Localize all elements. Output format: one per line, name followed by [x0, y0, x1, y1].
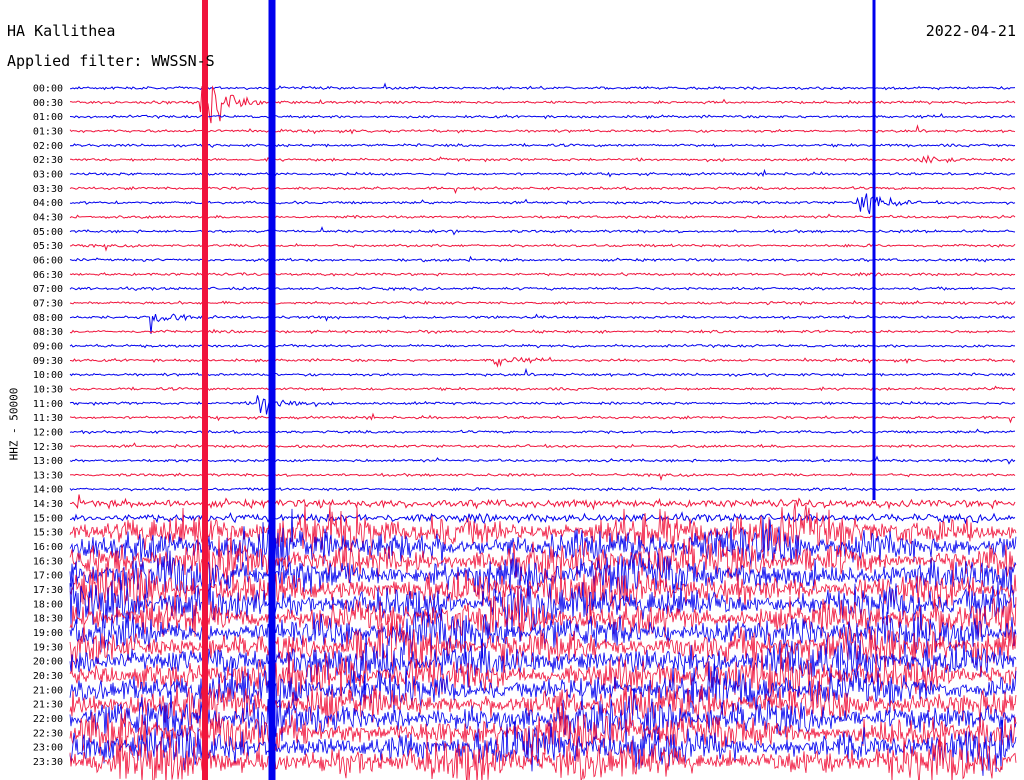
- time-tick-label: 16:00: [33, 542, 63, 553]
- time-tick-label: 11:30: [33, 413, 63, 424]
- time-tick-label: 18:30: [33, 614, 63, 625]
- event-saturation-band: [872, 0, 876, 500]
- time-tick-label: 13:30: [33, 470, 63, 481]
- time-tick-label: 10:00: [33, 370, 63, 381]
- time-tick-label: 08:00: [33, 313, 63, 324]
- time-tick-label: 21:00: [33, 685, 63, 696]
- time-tick-label: 17:00: [33, 571, 63, 582]
- time-tick-label: 06:00: [33, 255, 63, 266]
- time-tick-label: 19:30: [33, 642, 63, 653]
- filter-subtitle: Applied filter: WWSSN-S: [7, 52, 215, 70]
- time-tick-label: 21:30: [33, 700, 63, 711]
- time-tick-label: 00:00: [33, 84, 63, 95]
- time-tick-label: 12:30: [33, 442, 63, 453]
- event-saturation-band: [202, 0, 208, 780]
- time-tick-label: 22:30: [33, 728, 63, 739]
- time-tick-label: 14:00: [33, 485, 63, 496]
- time-tick-label: 07:00: [33, 284, 63, 295]
- time-tick-label: 04:30: [33, 212, 63, 223]
- y-axis-label: HHZ - 50000: [7, 387, 21, 461]
- time-tick-label: 15:30: [33, 528, 63, 539]
- time-tick-label: 05:00: [33, 227, 63, 238]
- time-tick-label: 02:00: [33, 141, 63, 152]
- time-tick-label: 10:30: [33, 384, 63, 395]
- time-tick-label: 04:00: [33, 198, 63, 209]
- time-tick-label: 20:30: [33, 671, 63, 682]
- time-tick-label: 19:00: [33, 628, 63, 639]
- time-tick-labels: 00:00 00:30 01:00 01:30 02:00 02:30 03:00 03:30…: [33, 84, 63, 769]
- time-tick-label: 09:30: [33, 356, 63, 367]
- time-tick-label: 05:30: [33, 241, 63, 252]
- time-tick-label: 02:30: [33, 155, 63, 166]
- station-title: HA Kallithea: [7, 22, 116, 40]
- trace-line: [69, 620, 1017, 675]
- time-tick-label: 23:00: [33, 743, 63, 754]
- time-tick-label: 16:30: [33, 556, 63, 567]
- time-tick-label: 12:00: [33, 427, 63, 438]
- time-tick-label: 23:30: [33, 757, 63, 768]
- event-saturation-band: [268, 0, 276, 780]
- time-tick-label: 01:00: [33, 112, 63, 123]
- time-tick-label: 15:00: [33, 513, 63, 524]
- time-tick-label: 13:00: [33, 456, 63, 467]
- time-tick-label: 03:00: [33, 169, 63, 180]
- time-tick-label: 03:30: [33, 184, 63, 195]
- time-tick-label: 22:00: [33, 714, 63, 725]
- helicorder-plot: 00:00 00:30 01:00 01:30 02:00 02:30 03:00 03:30…: [33, 0, 1017, 780]
- trace-line: [69, 511, 1016, 525]
- time-tick-label: 01:30: [33, 126, 63, 137]
- trace-group: [69, 0, 1017, 780]
- time-tick-label: 14:30: [33, 499, 63, 510]
- time-tick-label: 07:30: [33, 298, 63, 309]
- time-tick-label: 08:30: [33, 327, 63, 338]
- time-tick-label: 11:00: [33, 399, 63, 410]
- time-tick-label: 00:30: [33, 98, 63, 109]
- date-label: 2022-04-21: [925, 22, 1016, 40]
- time-tick-label: 09:00: [33, 341, 63, 352]
- time-tick-label: 17:30: [33, 585, 63, 596]
- time-tick-label: 20:00: [33, 657, 63, 668]
- time-tick-label: 18:00: [33, 599, 63, 610]
- time-tick-label: 06:30: [33, 270, 63, 281]
- trace-line: [69, 733, 1017, 780]
